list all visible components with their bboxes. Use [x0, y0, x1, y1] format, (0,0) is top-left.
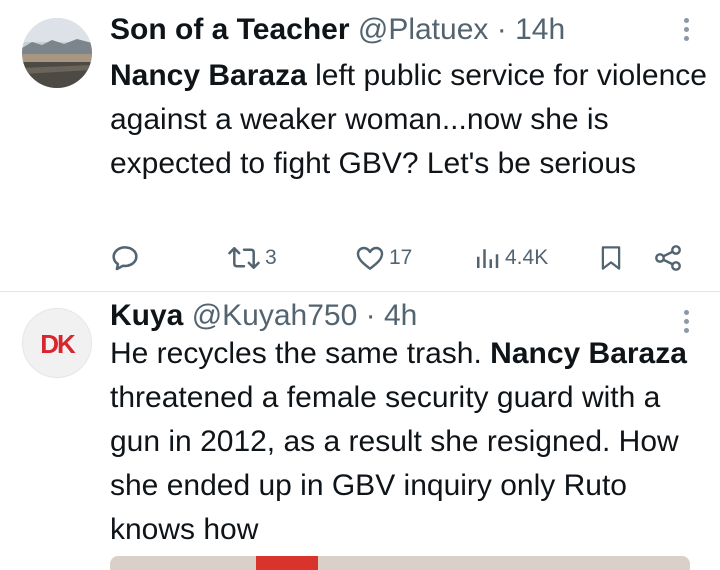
reply-icon [112, 246, 138, 271]
tweet-1[interactable]: Son of a Teacher @Platuex · 14h Nancy Ba… [0, 0, 720, 292]
timestamp[interactable]: 14h [515, 13, 565, 46]
more-options-icon[interactable] [682, 18, 690, 44]
tweet-text: He recycles the same trash. Nancy Baraza… [110, 332, 710, 552]
bookmark-button[interactable] [596, 238, 626, 278]
tweet-text: Nancy Baraza left public service for vio… [110, 54, 710, 186]
share-button[interactable] [652, 238, 684, 278]
retweet-count: 3 [265, 246, 277, 269]
mention-bold-text: Nancy Baraza [490, 337, 687, 370]
like-count: 17 [389, 246, 413, 269]
tweet-header: Son of a Teacher @Platuex · 14h [110, 8, 565, 52]
avatar-logo-text: DK [40, 329, 76, 359]
avatar-landscape-image [22, 18, 92, 88]
display-name[interactable]: Son of a Teacher [110, 13, 350, 46]
retweet-button[interactable]: 3 [226, 238, 277, 278]
avatar[interactable] [22, 18, 92, 88]
like-button[interactable]: 17 [354, 238, 412, 278]
tweet-actions: 3 17 4.4K [108, 238, 688, 278]
tweet-text-segment: He recycles the same trash. [110, 337, 491, 370]
separator-dot: · [365, 299, 376, 332]
separator-dot: · [496, 13, 507, 46]
user-handle[interactable]: @Platuex [358, 13, 489, 46]
views-count: 4.4K [505, 246, 549, 269]
views-button[interactable]: 4.4K [472, 238, 548, 278]
heart-icon [356, 246, 384, 270]
timestamp[interactable]: 4h [384, 299, 417, 332]
retweet-icon [228, 247, 260, 269]
share-icon [655, 245, 681, 271]
tweet-2[interactable]: DK Kuya @Kuyah750 · 4h He recycles the s… [0, 292, 720, 568]
display-name[interactable]: Kuya [110, 299, 183, 332]
avatar[interactable]: DK [22, 308, 92, 378]
user-handle[interactable]: @Kuyah750 [192, 299, 358, 332]
reply-button[interactable] [108, 238, 142, 278]
tweet-text-segment: threatened a female security guard with … [110, 381, 679, 546]
mention-bold-text: Nancy Baraza [110, 59, 307, 92]
bookmark-icon [601, 246, 621, 270]
views-icon [477, 249, 499, 268]
